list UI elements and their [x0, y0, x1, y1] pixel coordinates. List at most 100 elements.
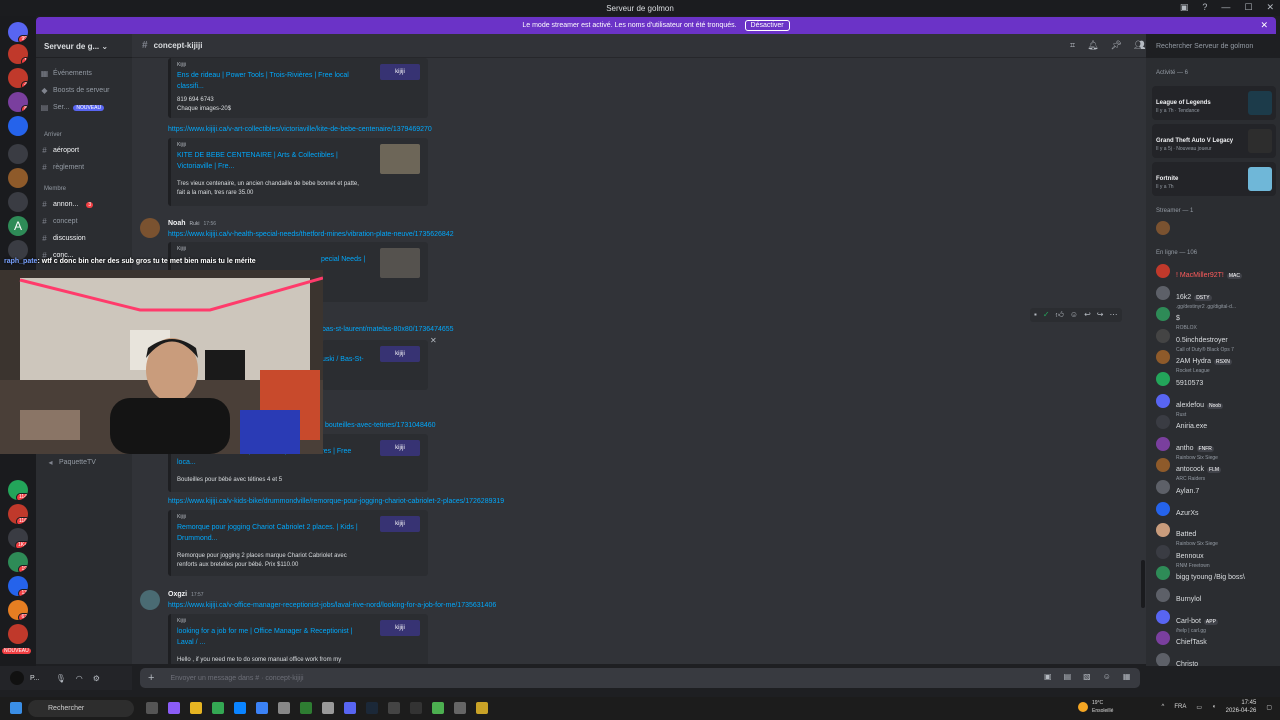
chrome-icon[interactable] [212, 702, 224, 714]
message-link[interactable]: https://www.kijiji.ca/v-kids-bike/drummo… [168, 498, 504, 505]
server-icon[interactable]: 62 [8, 600, 28, 620]
message-author[interactable]: Noah Ruki 17:56 [168, 220, 216, 227]
server-icon[interactable]: 19 [8, 552, 28, 572]
embed-thumbnail[interactable] [380, 144, 420, 174]
obs-icon[interactable] [410, 702, 422, 714]
app-icon[interactable] [168, 702, 180, 714]
channel-discussion[interactable]: # discussion [40, 234, 85, 243]
app-icon[interactable] [432, 702, 444, 714]
server-icon[interactable]: 8 [8, 92, 28, 112]
avatar[interactable] [10, 671, 24, 685]
reaction-icon[interactable]: ▪ [1034, 310, 1037, 320]
emoji-icon[interactable]: ☺ [1103, 672, 1111, 681]
server-icon[interactable]: A [8, 216, 28, 236]
close-button[interactable]: ✕ [1266, 2, 1274, 13]
gif-icon[interactable]: ▤ [1064, 672, 1072, 681]
microphone-icon[interactable]: 🎙︎ [56, 674, 66, 683]
member-item[interactable]: alexlefou Noob Rust [1156, 393, 1223, 418]
member-item[interactable]: Carl-bot APP/help | carl.gg [1156, 609, 1218, 634]
edge-icon[interactable] [234, 702, 246, 714]
server-icon[interactable] [8, 116, 28, 136]
category-arriver[interactable]: Arriver [44, 132, 62, 138]
weather-widget[interactable]: 19°C Ensoleillé [1078, 699, 1113, 715]
server-name[interactable]: Serveur de g... ⌄ [36, 34, 132, 58]
inbox-icon[interactable]: ▣ [1180, 2, 1189, 13]
embed-title[interactable]: Remorque pour jogging Chariot Cabriolet … [177, 522, 367, 544]
member-item[interactable]: Christo [1156, 652, 1198, 666]
member-item[interactable]: 16k2 DSTY .gg/destinyr2 .gg/digital-d... [1156, 285, 1236, 310]
member-item[interactable]: Aylan.7 [1156, 480, 1199, 498]
app-icon[interactable] [454, 702, 466, 714]
steam-icon[interactable] [366, 702, 378, 714]
category-membre[interactable]: Membre [44, 186, 66, 192]
app-icon[interactable] [300, 702, 312, 714]
app-icon[interactable] [476, 702, 488, 714]
gear-icon[interactable]: ⚙ [93, 674, 100, 683]
channel-server-guide[interactable]: ▤ Ser... NOUVEAU [40, 103, 105, 112]
close-banner-icon[interactable]: ✕ [1260, 20, 1268, 31]
sticker-icon[interactable]: ▧ [1083, 672, 1091, 681]
more-icon[interactable]: ⋯ [1110, 310, 1118, 320]
network-icon[interactable]: ▭ [1196, 704, 1202, 711]
embed-title[interactable]: Ens de rideau | Power Tools | Trois-Rivi… [177, 70, 367, 92]
member-item[interactable]: antho FNFR Rainbow Six Siege [1156, 436, 1218, 461]
gift-icon[interactable]: ▣ [1044, 672, 1052, 681]
server-icon[interactable]: 116 [8, 504, 28, 524]
channel-concept[interactable]: # concept [40, 217, 77, 226]
members-icon[interactable]: 👥︎ [1134, 40, 1145, 51]
member-item[interactable] [1156, 221, 1170, 235]
settings-icon[interactable] [278, 702, 290, 714]
discord-icon[interactable] [344, 702, 356, 714]
forward-icon[interactable]: ↪ [1097, 310, 1104, 320]
reply-icon[interactable]: ↩ [1084, 310, 1091, 320]
close-embed-icon[interactable]: ✕ [430, 336, 437, 345]
embed-title[interactable]: KITE DE BEBE CENTENAIRE | Arts & Collect… [177, 150, 367, 172]
notifications-icon[interactable]: ▢ [1266, 704, 1272, 711]
app-icon[interactable] [256, 702, 268, 714]
message-author[interactable]: Oxgzi 17:57 [168, 591, 204, 598]
message-link[interactable]: https://www.kijiji.ca/v-office-manager-r… [168, 602, 496, 609]
server-icon[interactable] [8, 624, 28, 644]
embed-title[interactable]: looking for a job for me | Office Manage… [177, 626, 367, 648]
channel-boosts[interactable]: ◆ Boosts de serveur [40, 86, 109, 95]
member-item[interactable]: bigg tyoung /Big boss\ [1156, 566, 1245, 584]
message-input[interactable]: + Envoyer un message dans # · concept-ki… [140, 668, 1140, 688]
channel-events[interactable]: ▦ Événements [40, 69, 92, 78]
member-item[interactable]: 0.5inchdestroyer Call of Duty® Black Ops … [1156, 328, 1234, 353]
member-item[interactable]: Aniria.exe [1156, 415, 1207, 433]
disable-streamer-button[interactable]: Désactiver [744, 20, 790, 31]
channel-aeroport[interactable]: # aéroport [40, 146, 79, 155]
clock[interactable]: 17:45 2026-04-26 [1226, 699, 1257, 715]
file-explorer-icon[interactable] [190, 702, 202, 714]
message-link[interactable]: https://www.kijiji.ca/v-art-collectibles… [168, 126, 432, 133]
language-indicator[interactable]: FRA [1174, 704, 1186, 710]
plus-icon[interactable]: + [148, 672, 154, 684]
member-item[interactable]: Bennoux RNM Freetown [1156, 544, 1210, 569]
server-icon[interactable] [8, 168, 28, 188]
server-icon[interactable]: 1K+ [8, 528, 28, 548]
tray-chevron-icon[interactable]: ^ [1162, 704, 1165, 710]
check-icon[interactable]: ✓ [1043, 310, 1050, 320]
member-item[interactable]: $ ROBLOX [1156, 307, 1197, 331]
pin-icon[interactable]: 📌︎ [1111, 40, 1122, 51]
thumbs-up-icon[interactable]: 👍︎ [1056, 310, 1064, 320]
server-icon[interactable] [8, 192, 28, 212]
headphones-icon[interactable]: ◠ [76, 674, 83, 683]
activity-card[interactable]: Fortnite Il y a 7h [1152, 162, 1276, 196]
threads-icon[interactable]: ⌗ [1070, 40, 1075, 51]
server-icon[interactable] [8, 144, 28, 164]
volume-icon[interactable]: ◖ [1212, 704, 1216, 710]
voice-user[interactable]: ◂ PaquetteTV [46, 458, 95, 467]
avatar[interactable] [140, 590, 160, 610]
activity-card[interactable]: League of Legends Il y a 7h · Tendance [1152, 86, 1276, 120]
app-icon[interactable] [322, 702, 334, 714]
minimize-button[interactable]: — [1221, 2, 1230, 13]
help-icon[interactable]: ? [1202, 2, 1207, 13]
member-item[interactable]: ChiefTask [1156, 631, 1207, 649]
server-icon[interactable]: 114 [8, 480, 28, 500]
member-item[interactable]: 2AM Hydra RSXN Rocket League [1156, 350, 1232, 374]
server-icon[interactable]: 4 [8, 68, 28, 88]
app-icon[interactable] [388, 702, 400, 714]
member-item[interactable]: Batted Rainbow Six Siege [1156, 523, 1218, 547]
member-item[interactable]: 5910573 [1156, 372, 1203, 390]
